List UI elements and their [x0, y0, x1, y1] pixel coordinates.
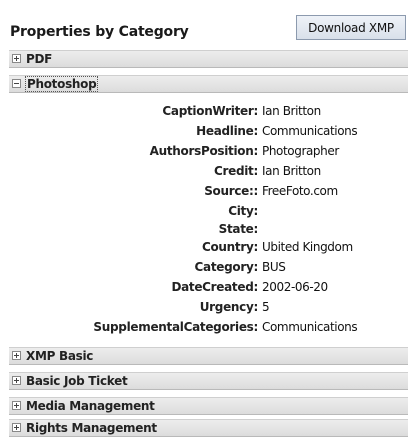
- section-basic-job-ticket[interactable]: Basic Job Ticket: [9, 372, 408, 390]
- property-key: Source::: [204, 184, 258, 198]
- minus-icon[interactable]: [12, 79, 21, 88]
- section-label: PDF: [26, 52, 53, 66]
- section-media-management[interactable]: Media Management: [9, 397, 408, 415]
- property-value: FreeFoto.com: [262, 184, 338, 198]
- download-xmp-button[interactable]: Download XMP: [296, 15, 406, 40]
- property-value: Ian Britton: [262, 164, 321, 178]
- property-value: Ian Britton: [262, 104, 321, 118]
- property-row: Source:: FreeFoto.com: [9, 184, 408, 202]
- property-key: CaptionWriter:: [162, 104, 258, 118]
- plus-icon[interactable]: [12, 54, 21, 63]
- property-row: Country: Ubited Kingdom: [9, 240, 408, 258]
- property-row: Urgency: 5: [9, 300, 408, 318]
- section-label: Basic Job Ticket: [26, 374, 128, 388]
- property-row: CaptionWriter: Ian Britton: [9, 104, 408, 122]
- property-key: State:: [218, 222, 259, 236]
- panel-header: Properties by Category Download XMP: [0, 0, 408, 44]
- property-key: AuthorsPosition:: [149, 144, 259, 158]
- property-value: Communications: [262, 124, 358, 138]
- section-xmp-basic[interactable]: XMP Basic: [9, 347, 408, 365]
- property-key: DateCreated:: [171, 280, 258, 294]
- property-value: BUS: [262, 260, 286, 274]
- property-row: City:: [9, 204, 408, 222]
- plus-icon[interactable]: [12, 351, 21, 360]
- property-value: 2002-06-20: [262, 280, 328, 294]
- property-key: Credit:: [213, 164, 258, 178]
- plus-icon[interactable]: [12, 376, 21, 385]
- section-label: Photoshop: [24, 76, 99, 92]
- section-photoshop[interactable]: Photoshop: [9, 75, 408, 93]
- property-value: Photographer: [262, 144, 339, 158]
- section-label: Rights Management: [26, 421, 157, 435]
- plus-icon[interactable]: [12, 423, 21, 432]
- property-key: Category:: [194, 260, 259, 274]
- property-row: State:: [9, 222, 408, 240]
- property-key: City:: [228, 204, 258, 218]
- property-row: DateCreated: 2002-06-20: [9, 280, 408, 298]
- section-label: Media Management: [26, 399, 155, 413]
- property-row: Category: BUS: [9, 260, 408, 278]
- section-rights-management[interactable]: Rights Management: [9, 419, 408, 437]
- property-key: Country:: [201, 240, 258, 254]
- property-key: Urgency:: [199, 300, 259, 314]
- property-value: 5: [262, 300, 270, 314]
- property-row: AuthorsPosition: Photographer: [9, 144, 408, 162]
- property-value: Communications: [262, 320, 358, 334]
- section-label: XMP Basic: [26, 349, 94, 363]
- property-row: SupplementalCategories: Communications: [9, 320, 408, 338]
- xmp-properties-panel: Properties by Category Download XMP PDF …: [0, 0, 408, 437]
- property-row: Headline: Communications: [9, 124, 408, 142]
- property-key: SupplementalCategories:: [93, 320, 258, 334]
- photoshop-properties: CaptionWriter: Ian Britton Headline: Com…: [9, 104, 408, 340]
- property-row: Credit: Ian Britton: [9, 164, 408, 182]
- plus-icon[interactable]: [12, 401, 21, 410]
- section-pdf[interactable]: PDF: [9, 50, 408, 68]
- property-value: Ubited Kingdom: [262, 240, 353, 254]
- property-key: Headline:: [196, 124, 258, 138]
- page-title: Properties by Category: [10, 24, 189, 40]
